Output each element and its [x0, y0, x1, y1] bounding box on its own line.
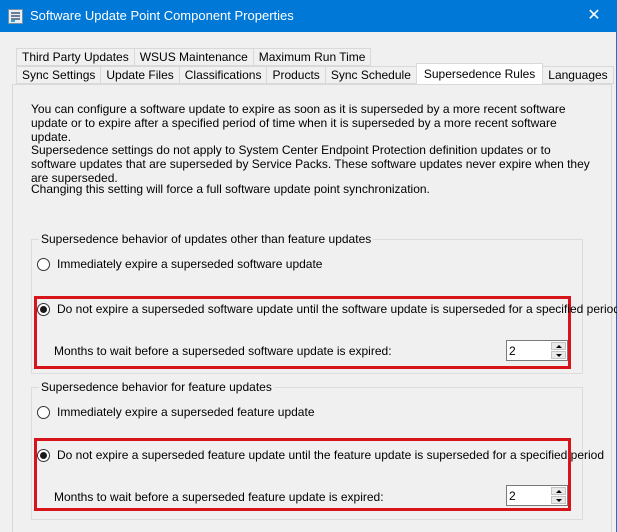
radio-button-unchecked[interactable]: [37, 405, 50, 419]
radio-immediately-expire-feature[interactable]: Immediately expire a superseded feature …: [37, 405, 315, 419]
months-to-wait-stepper[interactable]: [506, 485, 568, 506]
radio-label: Immediately expire a superseded feature …: [57, 405, 315, 419]
tab-row-1: Third Party Updates WSUS Maintenance Max…: [16, 48, 372, 66]
radio-button-unchecked[interactable]: [37, 257, 50, 271]
radio-delay-expire-feature[interactable]: Do not expire a superseded feature updat…: [37, 448, 604, 462]
intro-paragraph-sync-warning: Changing this setting will force a full …: [31, 182, 430, 196]
tab-classifications[interactable]: Classifications: [178, 66, 267, 84]
spin-up-icon[interactable]: [551, 487, 566, 495]
groupbox-legend: Supersedence behavior for feature update…: [39, 380, 274, 394]
spin-buttons: [551, 342, 566, 359]
tab-maximum-run-time[interactable]: Maximum Run Time: [252, 48, 372, 66]
spin-down-icon[interactable]: [551, 496, 566, 504]
radio-immediately-expire-software[interactable]: Immediately expire a superseded software…: [37, 257, 322, 271]
months-to-wait-label: Months to wait before a superseded softw…: [54, 344, 392, 358]
tab-update-files[interactable]: Update Files: [100, 66, 179, 84]
tab-languages[interactable]: Languages: [543, 66, 614, 84]
title-bar: Software Update Point Component Properti…: [0, 0, 617, 32]
close-icon[interactable]: ✕: [571, 0, 617, 32]
months-to-wait-stepper[interactable]: [506, 340, 568, 361]
tab-sync-settings[interactable]: Sync Settings: [16, 66, 101, 84]
months-to-wait-input[interactable]: [508, 342, 548, 359]
tab-third-party-updates[interactable]: Third Party Updates: [16, 48, 134, 66]
radio-delay-expire-software[interactable]: Do not expire a superseded software upda…: [37, 302, 617, 316]
spin-buttons: [551, 487, 566, 504]
tab-products[interactable]: Products: [266, 66, 325, 84]
radio-label: Do not expire a superseded feature updat…: [57, 448, 605, 462]
radio-button-checked[interactable]: [37, 302, 50, 316]
groupbox-feature-updates: Supersedence behavior for feature update…: [31, 380, 604, 520]
properties-window-icon: [8, 9, 23, 24]
spin-up-icon[interactable]: [551, 342, 566, 350]
window-title: Software Update Point Component Properti…: [30, 8, 294, 23]
properties-dialog: Software Update Point Component Properti…: [0, 0, 617, 532]
tab-row-2: Sync Settings Update Files Classificatio…: [16, 63, 614, 84]
months-to-wait-input[interactable]: [508, 487, 548, 504]
tab-supersedence-rules[interactable]: Supersedence Rules: [415, 63, 544, 84]
months-to-wait-label: Months to wait before a superseded featu…: [54, 490, 384, 504]
supersedence-rules-panel: You can configure a software update to e…: [12, 84, 617, 532]
groupbox-legend: Supersedence behavior of updates other t…: [39, 232, 374, 246]
spin-down-icon[interactable]: [551, 351, 566, 359]
tab-wsus-maintenance[interactable]: WSUS Maintenance: [133, 48, 253, 66]
radio-label: Do not expire a superseded software upda…: [57, 302, 617, 316]
intro-paragraph-exceptions: Supersedence settings do not apply to Sy…: [31, 143, 590, 185]
radio-label: Immediately expire a superseded software…: [57, 257, 323, 271]
intro-paragraph-expire: You can configure a software update to e…: [31, 102, 566, 144]
tab-sync-schedule[interactable]: Sync Schedule: [324, 66, 416, 84]
groupbox-non-feature-updates: Supersedence behavior of updates other t…: [31, 232, 617, 374]
radio-button-checked[interactable]: [37, 448, 50, 462]
